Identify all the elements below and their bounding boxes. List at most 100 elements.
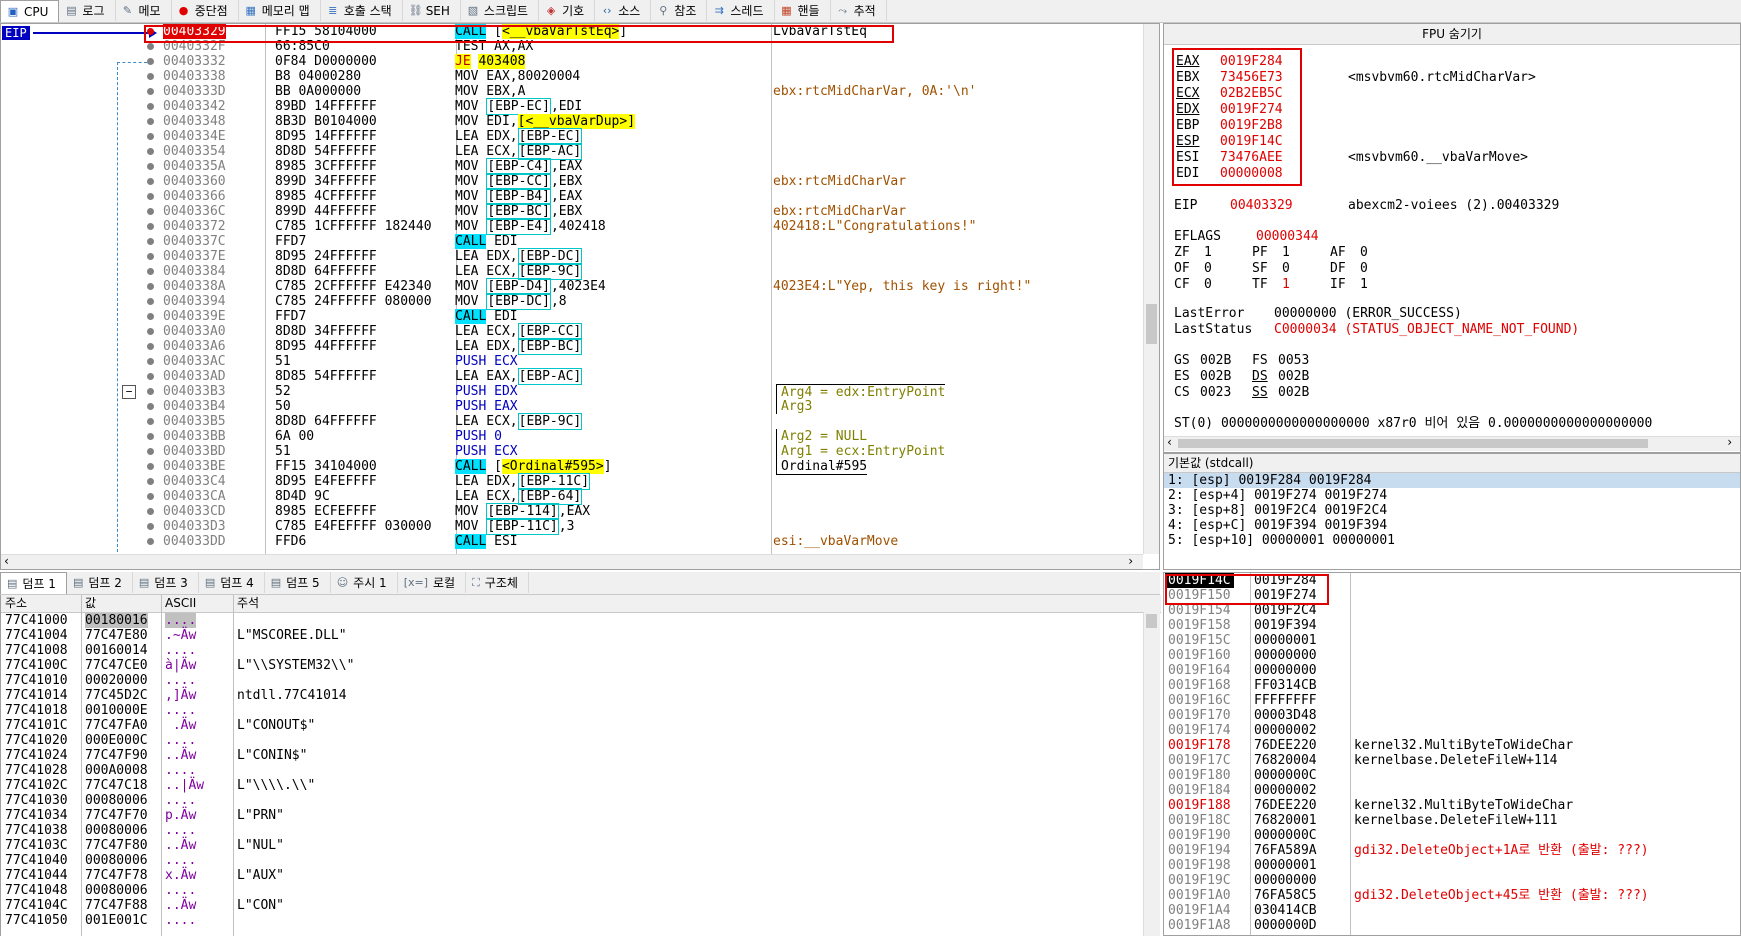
breakpoint-dot-icon[interactable] bbox=[147, 118, 154, 125]
cpu-vertical-scrollbar[interactable] bbox=[1143, 24, 1159, 554]
flag-value[interactable]: 1 bbox=[1204, 245, 1212, 260]
dump-row[interactable]: 77C41014 77C45D2C ,]Äw ntdll.77C41014 bbox=[1, 688, 1161, 703]
scroll-right-icon[interactable]: › bbox=[1127, 554, 1134, 568]
dump-row[interactable]: 77C41030 00080006.... bbox=[1, 793, 1161, 808]
disassembly-row[interactable]: 004033B5 8D8D 64FFFFFF LEA ECX,[EBP-9C] bbox=[141, 413, 1141, 430]
breakpoint-icon[interactable] bbox=[147, 28, 154, 35]
breakpoint-dot-icon[interactable] bbox=[147, 388, 154, 395]
disassembly-row[interactable]: 0040336C 899D 44FFFFFF MOV [EBP-BC],EBX ebx… bbox=[141, 203, 1141, 220]
argument-row[interactable]: 4: [esp+C] 0019F394 0019F394 bbox=[1164, 518, 1740, 533]
stack-row[interactable]: 0019F198 00000001 bbox=[1164, 858, 1740, 873]
argument-row[interactable]: 3: [esp+8] 0019F2C4 0019F2C4 bbox=[1164, 503, 1740, 518]
breakpoint-dot-icon[interactable] bbox=[147, 343, 154, 350]
stack-row[interactable]: 0019F154 0019F2C4 bbox=[1164, 603, 1740, 618]
stack-row[interactable]: 0019F18C 76820001 kernelbase.DeleteFileW+1… bbox=[1164, 813, 1740, 828]
scrollbar-thumb[interactable] bbox=[1178, 439, 1648, 448]
disassembly-row[interactable]: 004033A0 8D8D 34FFFFFF LEA ECX,[EBP-CC] bbox=[141, 323, 1141, 340]
argument-row[interactable]: 5: [esp+10] 00000001 00000001 bbox=[1164, 533, 1740, 548]
tab-덤프-4[interactable]: ▤ 덤프 4 bbox=[199, 572, 265, 593]
tab-주시-1[interactable]: ☺ 주시 1 bbox=[331, 572, 398, 593]
stack-row[interactable]: 0019F1A4 030414CB bbox=[1164, 903, 1740, 918]
stack-row[interactable]: 0019F16C FFFFFFFF bbox=[1164, 693, 1740, 708]
breakpoint-dot-icon[interactable] bbox=[147, 283, 154, 290]
disassembly-row[interactable]: 0040335A 8985 3CFFFFFF MOV [EBP-C4],EAX bbox=[141, 158, 1141, 175]
tab-call-stack[interactable]: ≣ 호출 스택 bbox=[321, 0, 403, 21]
segment-value[interactable]: 0053 bbox=[1278, 353, 1309, 368]
breakpoint-dot-icon[interactable] bbox=[147, 238, 154, 245]
stack-row[interactable]: 0019F164 00000000 bbox=[1164, 663, 1740, 678]
breakpoint-dot-icon[interactable] bbox=[147, 88, 154, 95]
segment-value[interactable]: 0023 bbox=[1200, 385, 1231, 400]
flag-value[interactable]: 0 bbox=[1360, 261, 1368, 276]
disassembly-row[interactable]: 004033C4 8D95 E4FEFFFF LEA EDX,[EBP-11C] bbox=[141, 473, 1141, 490]
segment-value[interactable]: 002B bbox=[1200, 353, 1231, 368]
disassembly-row[interactable]: 004033AC 51 PUSH ECX bbox=[141, 354, 1141, 369]
dump-row[interactable]: 77C41040 00080006.... bbox=[1, 853, 1161, 868]
tab-cpu[interactable]: ▣ CPU bbox=[0, 0, 60, 22]
stack-row[interactable]: 0019F160 00000000 bbox=[1164, 648, 1740, 663]
stack-pane[interactable]: 0019F14C 0019F284 0019F150 0019F274 0019F154… bbox=[1163, 572, 1741, 936]
tab-notes[interactable]: ✎ 메모 bbox=[116, 0, 172, 21]
tab-handles[interactable]: ▦ 핸들 bbox=[775, 0, 831, 21]
disassembly-row[interactable]: 00403360 899D 34FFFFFF MOV [EBP-CC],EBX ebx… bbox=[141, 173, 1141, 190]
disassembly-row[interactable]: 004033DD FFD6 CALL ESI esi:__vbaVarMove bbox=[141, 534, 1141, 549]
stack-row[interactable]: 0019F178 76DEE220 kernel32.MultiByteToWide… bbox=[1164, 738, 1740, 753]
disassembly-row[interactable]: 004033BB 6A 00 PUSH 0 Arg2 = NULL bbox=[141, 429, 1141, 444]
breakpoint-dot-icon[interactable] bbox=[147, 358, 154, 365]
breakpoint-dot-icon[interactable] bbox=[147, 223, 154, 230]
disassembly-row[interactable]: 0040337C FFD7 CALL EDI bbox=[141, 234, 1141, 249]
disassembly-row[interactable]: 004033CA 8D4D 9C LEA ECX,[EBP-64] bbox=[141, 488, 1141, 505]
breakpoint-dot-icon[interactable] bbox=[147, 418, 154, 425]
disassembly-row[interactable]: 00403342 89BD 14FFFFFF MOV [EBP-EC],EDI bbox=[141, 98, 1141, 115]
breakpoint-dot-icon[interactable] bbox=[147, 403, 154, 410]
disassembly-row[interactable]: 00403354 8D8D 54FFFFFF LEA ECX,[EBP-AC] bbox=[141, 143, 1141, 160]
stack-row[interactable]: 0019F170 00003D48 bbox=[1164, 708, 1740, 723]
disassembly-row[interactable]: 004033BE FF15 34104000 CALL [<Ordinal#595>… bbox=[141, 459, 1141, 475]
segment-value[interactable]: 002B bbox=[1200, 369, 1231, 384]
breakpoint-dot-icon[interactable] bbox=[147, 178, 154, 185]
tab-trace[interactable]: ⤳ 추적 bbox=[831, 0, 887, 21]
dump-row[interactable]: 77C41008 00160014.... bbox=[1, 643, 1161, 658]
tab-symbols[interactable]: ◈ 기호 bbox=[539, 0, 596, 21]
disassembly-row[interactable]: 0040339E FFD7 CALL EDI bbox=[141, 309, 1141, 324]
dump-row[interactable]: 77C41050 001E001C.... bbox=[1, 913, 1161, 928]
tab-덤프-3[interactable]: ▤ 덤프 3 bbox=[133, 572, 199, 593]
breakpoint-dot-icon[interactable] bbox=[147, 148, 154, 155]
breakpoint-dot-icon[interactable] bbox=[147, 208, 154, 215]
breakpoint-dot-icon[interactable] bbox=[147, 448, 154, 455]
breakpoint-dot-icon[interactable] bbox=[147, 493, 154, 500]
stack-row[interactable]: 0019F190 0000000C bbox=[1164, 828, 1740, 843]
disassembly-row[interactable]: 004033D3 C785 E4FEFFFF 030000 MOV [EBP-11C… bbox=[141, 518, 1141, 535]
disassembly-row[interactable]: 0040332F 66:85C0 TEST AX,AX bbox=[141, 39, 1141, 54]
cpu-horizontal-scrollbar[interactable]: ‹ › bbox=[1, 554, 1143, 569]
disassembly-row[interactable]: 0040338A C785 2CFFFFFF E42340 MOV [EBP-D4]… bbox=[141, 278, 1141, 295]
flag-value[interactable]: 0 bbox=[1204, 277, 1212, 292]
dump-row[interactable]: 77C41048 00080006.... bbox=[1, 883, 1161, 898]
register-value-eflags[interactable]: 00000344 bbox=[1256, 229, 1319, 244]
stack-row[interactable]: 0019F188 76DEE220 kernel32.MultiByteToWide… bbox=[1164, 798, 1740, 813]
flag-value[interactable]: 0 bbox=[1360, 245, 1368, 260]
tab-구조체[interactable]: ⛶ 구조체 bbox=[466, 572, 529, 593]
stack-row[interactable]: 0019F19C 00000000 bbox=[1164, 873, 1740, 888]
cpu-disassembly-pane[interactable]: EIP − 00403329 FF15 58104000 CALL [<__vbaV… bbox=[0, 23, 1160, 570]
dump-row[interactable]: 77C41034 77C47F70 p.Äw L"PRN" bbox=[1, 808, 1161, 823]
breakpoint-dot-icon[interactable] bbox=[147, 373, 154, 380]
disassembly-row[interactable]: 004033BD 51 PUSH ECX Arg1 = ecx:EntryPoint bbox=[141, 444, 1141, 459]
breakpoint-dot-icon[interactable] bbox=[147, 268, 154, 275]
stack-rows[interactable]: 0019F14C 0019F284 0019F150 0019F274 0019F154… bbox=[1164, 573, 1740, 933]
dump-row[interactable]: 77C4103C 77C47F80 ..Äw L"NUL" bbox=[1, 838, 1161, 853]
tab-seh[interactable]: ⛓ SEH bbox=[403, 0, 461, 21]
disassembly-row[interactable]: 004033AD 8D85 54FFFFFF LEA EAX,[EBP-AC] bbox=[141, 368, 1141, 385]
segment-value[interactable]: 002B bbox=[1278, 385, 1309, 400]
breakpoint-dot-icon[interactable] bbox=[147, 523, 154, 530]
scrollbar-thumb[interactable] bbox=[1146, 304, 1157, 344]
tab-source[interactable]: ‹› 소스 bbox=[595, 0, 652, 21]
stack-row[interactable]: 0019F17C 76820004 kernelbase.DeleteFileW+1… bbox=[1164, 753, 1740, 768]
breakpoint-dot-icon[interactable] bbox=[147, 253, 154, 260]
disassembly-row[interactable]: 00403332 0F84 D0000000 JE 403408 bbox=[141, 54, 1141, 69]
column-header-value[interactable]: 값 bbox=[85, 595, 96, 612]
tab-breakpoint[interactable]: ● 중단점 bbox=[172, 0, 239, 21]
register-value-eip[interactable]: 00403329 bbox=[1230, 198, 1293, 213]
breakpoint-dot-icon[interactable] bbox=[147, 328, 154, 335]
dump-row[interactable]: 77C41028 000A0008.... bbox=[1, 763, 1161, 778]
